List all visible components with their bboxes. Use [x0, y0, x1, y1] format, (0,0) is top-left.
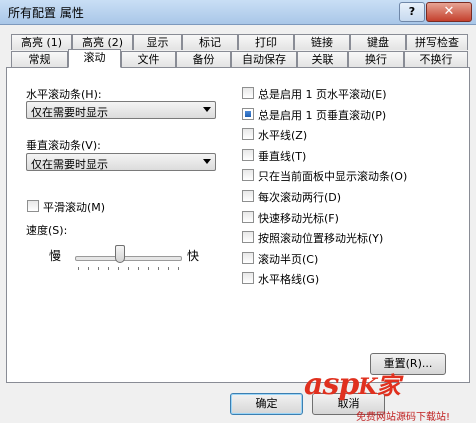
slider-tick [138, 267, 139, 270]
option-label: 每次滚动两行(D) [258, 191, 342, 204]
tab-backup[interactable]: 备份 [176, 51, 231, 67]
slow-label: 慢 [49, 249, 62, 263]
option-label: 滚动半页(C) [258, 252, 319, 266]
tab-association[interactable]: 关联 [297, 51, 348, 67]
slider-tick [148, 267, 149, 270]
slider-tick [178, 267, 179, 270]
tab-keyboard[interactable]: 键盘 [350, 34, 406, 50]
tab-file[interactable]: 文件 [121, 51, 176, 67]
ok-button[interactable]: 确定 [230, 393, 303, 415]
tab-nowrap[interactable]: 不换行 [404, 51, 468, 67]
option-label: 总是启用 1 页垂直滚动(P) [258, 108, 387, 122]
tab-autosave[interactable]: 自动保存 [231, 51, 297, 67]
slider-tick [168, 267, 169, 270]
slider-tick [88, 267, 89, 270]
slider-tick [78, 267, 79, 270]
slider-tick [158, 267, 159, 270]
smooth-scroll-checkbox[interactable] [27, 200, 39, 212]
vscroll-label: 垂直滚动条(V): [26, 139, 101, 152]
hscroll-label: 水平滚动条(H): [26, 88, 102, 101]
speed-slider-thumb[interactable] [115, 245, 125, 263]
tab-wrap[interactable]: 换行 [348, 51, 404, 67]
speed-slider-track[interactable] [75, 256, 182, 261]
option-label: 水平格线(G) [258, 273, 320, 287]
hscroll-value: 仅在需要时显示 [31, 106, 108, 119]
close-button[interactable]: ✕ [426, 2, 472, 22]
option-checkbox[interactable] [242, 272, 254, 285]
option-checkbox[interactable] [242, 87, 254, 99]
tab-links[interactable]: 链接 [294, 34, 350, 50]
option-label: 总是启用 1 页水平滚动(E) [258, 88, 387, 101]
option-label: 按照滚动位置移动光标(Y) [258, 232, 384, 246]
tab-highlight-2[interactable]: 高亮 (2) [72, 34, 133, 50]
option-checkbox[interactable] [242, 251, 254, 264]
option-checkbox[interactable] [242, 107, 254, 120]
option-label: 快速移动光标(F) [258, 211, 339, 225]
slider-tick [108, 267, 109, 270]
option-checkbox[interactable] [242, 210, 254, 223]
option-checkbox[interactable] [242, 190, 254, 202]
tab-highlight-1[interactable]: 高亮 (1) [11, 34, 72, 50]
option-label: 垂直线(T) [258, 149, 307, 163]
hscroll-select[interactable]: 仅在需要时显示 [26, 101, 216, 119]
option-checkbox[interactable] [242, 128, 254, 141]
tab-scroll[interactable]: 滚动 [68, 49, 121, 68]
option-label: 只在当前面板中显示滚动条(O) [258, 170, 408, 184]
slider-tick [98, 267, 99, 270]
option-label: 水平线(Z) [258, 129, 308, 143]
watermark-brand: asp [304, 367, 359, 402]
chevron-down-icon [203, 107, 211, 112]
slider-tick [128, 267, 129, 270]
tab-spellcheck[interactable]: 拼写检查 [406, 34, 468, 50]
tab-print[interactable]: 打印 [238, 34, 294, 50]
option-checkbox[interactable] [242, 231, 254, 244]
help-button[interactable]: ? [399, 2, 425, 22]
slider-tick [118, 267, 119, 270]
watermark-subtitle: 免费网站源码下载站! [356, 412, 451, 423]
speed-label: 速度(S): [26, 224, 68, 237]
vscroll-select[interactable]: 仅在需要时显示 [26, 153, 216, 171]
tab-marks[interactable]: 标记 [182, 34, 238, 50]
watermark-brand3: 家 [376, 371, 400, 400]
watermark-brand2: K [358, 374, 377, 400]
watermark-logo: aspK家 [304, 366, 400, 402]
tab-display[interactable]: 显示 [133, 34, 182, 50]
vscroll-value: 仅在需要时显示 [31, 158, 108, 171]
option-checkbox[interactable] [242, 169, 254, 182]
window-title: 所有配置 属性 [8, 6, 84, 20]
chevron-down-icon [203, 159, 211, 164]
option-checkbox[interactable] [242, 148, 254, 161]
smooth-scroll-label: 平滑滚动(M) [43, 201, 106, 214]
tab-general[interactable]: 常规 [11, 51, 68, 67]
fast-label: 快 [187, 249, 200, 263]
title-bar: 所有配置 属性 ? ✕ [0, 0, 476, 25]
